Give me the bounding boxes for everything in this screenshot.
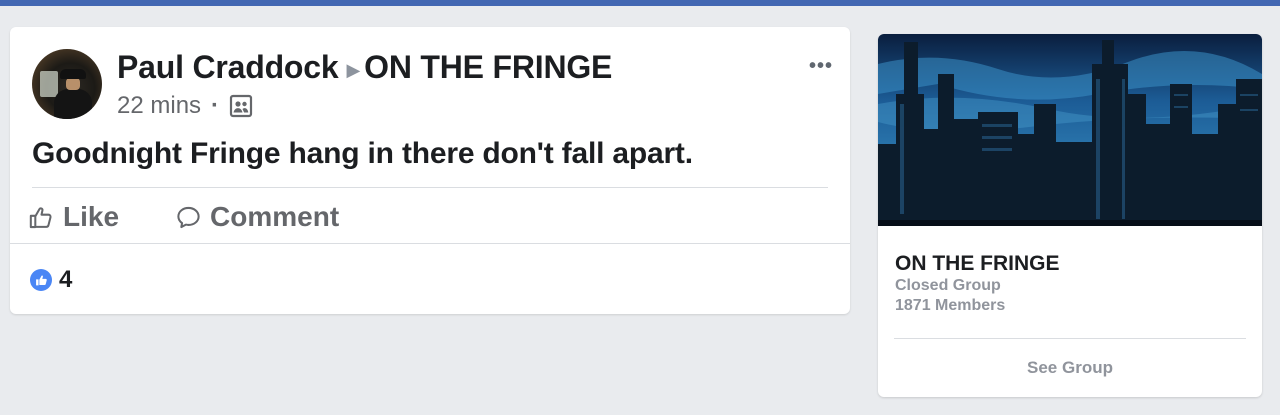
avatar-face	[66, 78, 80, 90]
comment-label: Comment	[210, 201, 340, 232]
group-card-title[interactable]: ON THE FRINGE	[895, 252, 1060, 276]
avatar-figure	[54, 89, 92, 119]
comment-button[interactable]: Comment	[175, 201, 339, 233]
post-actions: Like Comment	[28, 195, 339, 239]
thumbs-up-icon	[29, 206, 52, 228]
like-label: Like	[63, 201, 120, 232]
content-divider	[32, 187, 828, 188]
group-members-icon	[229, 94, 253, 118]
author-avatar[interactable]	[32, 49, 102, 119]
more-options-icon[interactable]: •••	[809, 55, 833, 78]
group-member-count: 1871 Members	[895, 297, 1006, 314]
speech-bubble-icon	[177, 206, 200, 228]
group-card: ON THE FRINGE Closed Group 1871 Members …	[878, 34, 1262, 397]
meta-separator: ·	[211, 92, 220, 119]
like-button[interactable]: Like	[28, 201, 119, 233]
post-header: Paul Craddock ▶ ON THE FRINGE 22 mins ·	[117, 49, 612, 120]
avatar-window	[40, 71, 58, 97]
post-timestamp[interactable]: 22 mins	[117, 92, 201, 120]
reactions-summary[interactable]: 4	[30, 266, 72, 294]
see-group-button[interactable]: See Group	[878, 358, 1262, 378]
author-line: Paul Craddock ▶ ON THE FRINGE	[117, 49, 612, 86]
reaction-count: 4	[59, 266, 73, 293]
avatar-hat	[60, 69, 86, 79]
top-navigation-bar	[0, 0, 1280, 6]
post-card: Paul Craddock ▶ ON THE FRINGE 22 mins · …	[10, 27, 850, 314]
group-cover-image[interactable]	[878, 34, 1262, 226]
reactions-divider	[10, 243, 850, 244]
group-privacy: Closed Group	[895, 277, 1001, 294]
group-name-link[interactable]: ON THE FRINGE	[364, 49, 612, 86]
post-text: Goodnight Fringe hang in there don't fal…	[32, 137, 693, 170]
right-triangle-icon: ▶	[346, 60, 361, 80]
group-card-divider	[894, 338, 1246, 339]
author-name[interactable]: Paul Craddock	[117, 49, 339, 86]
post-meta: 22 mins ·	[117, 92, 612, 120]
like-reaction-icon	[30, 269, 52, 291]
